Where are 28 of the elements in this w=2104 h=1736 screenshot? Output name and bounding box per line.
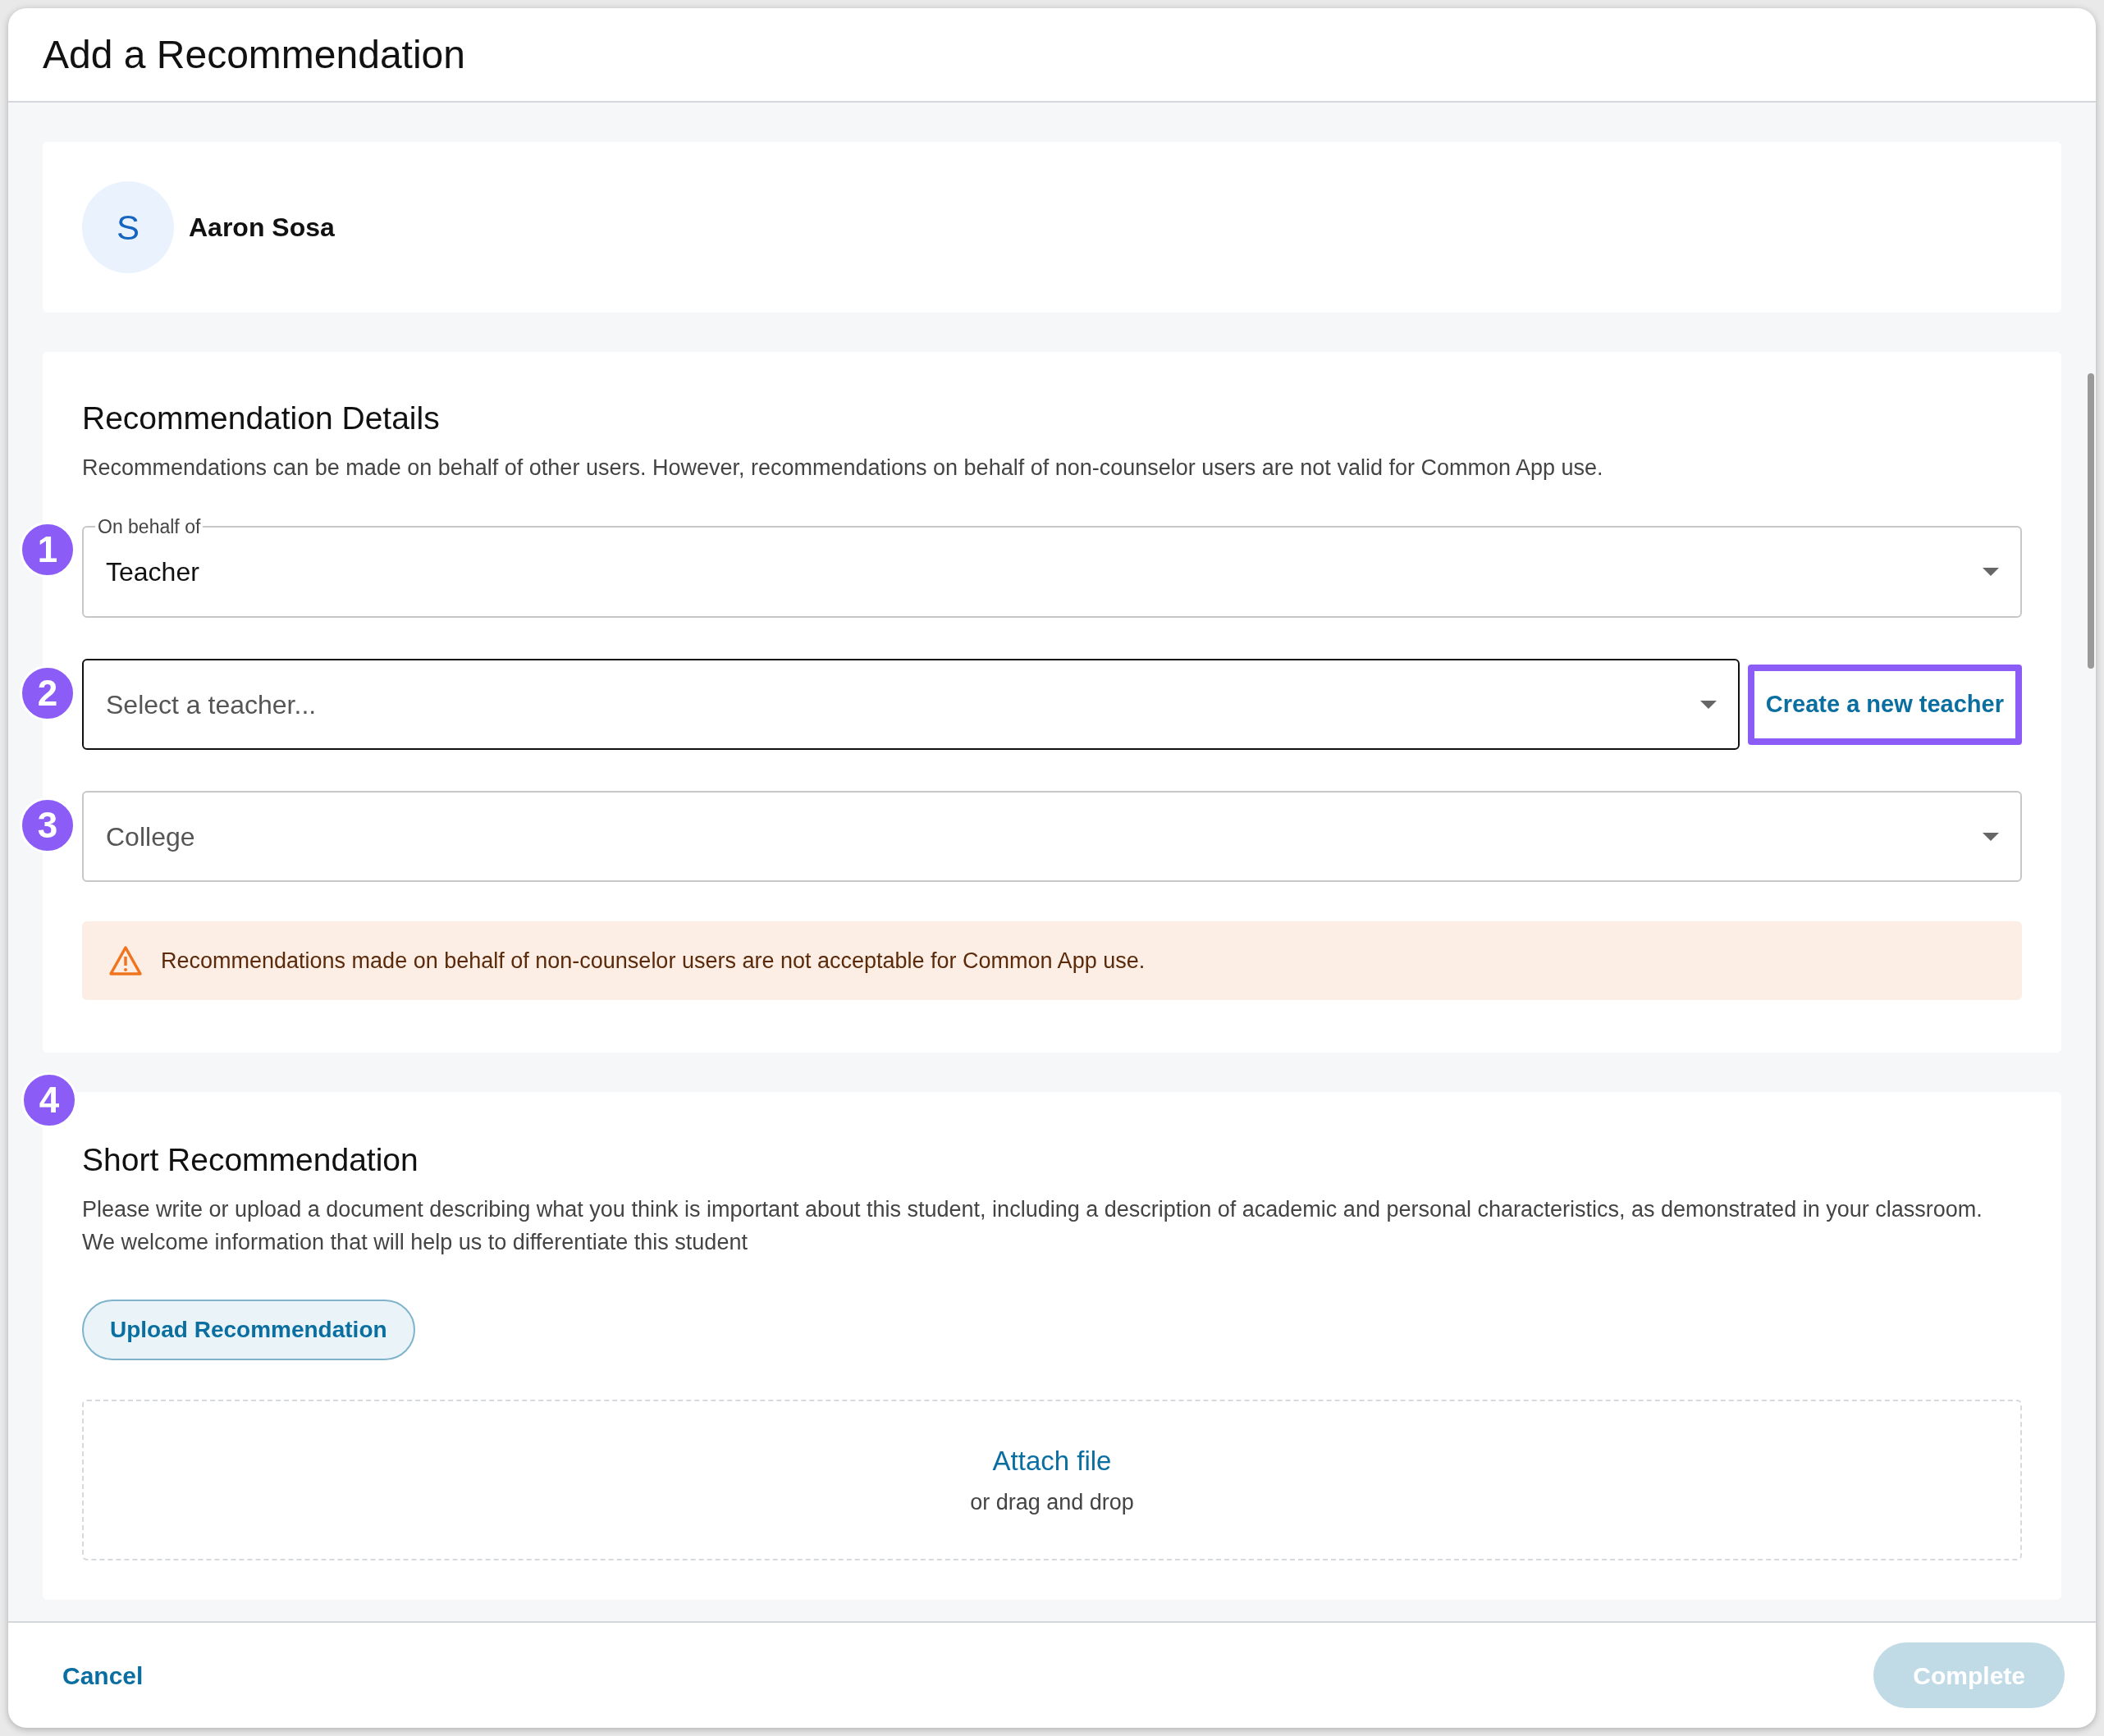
avatar: S	[82, 181, 174, 273]
step-number-badge: 2	[20, 665, 75, 721]
field-placeholder: College	[106, 820, 195, 853]
field-value: Teacher	[106, 555, 199, 588]
caret-icon	[1983, 832, 1999, 841]
file-dropzone[interactable]: Attach file or drag and drop	[82, 1399, 2022, 1560]
attach-file-link[interactable]: Attach file	[992, 1440, 1112, 1481]
caret-icon	[1699, 700, 1717, 709]
section-description: Please write or upload a document describing what you think is important about this student, including a description of academic and personal characteristics, as demonstrated in your classroom. We welcome information that will help us to differentiate this student	[82, 1195, 1983, 1256]
step-number-badge: 4	[21, 1072, 77, 1128]
warning-icon	[108, 945, 143, 976]
section-heading: Short Recommendation	[82, 1141, 419, 1179]
dialog-title: Add a Recommendation	[43, 31, 465, 78]
section-description: Recommendations can be made on behalf of other users. However, recommendations on behalf of non-counselor users are not valid for Common App use.	[82, 454, 1604, 482]
create-teacher-button[interactable]: Create a new teacher	[1747, 664, 2022, 745]
dropzone-hint: or drag and drop	[970, 1489, 1134, 1516]
select-field[interactable]: Select a teacher...	[82, 659, 1740, 750]
upload-recommendation-button[interactable]: Upload Recommendation	[82, 1299, 415, 1360]
cancel-button[interactable]: Cancel	[62, 1656, 144, 1694]
caret-icon	[1983, 567, 1999, 576]
field-label: On behalf of	[97, 515, 202, 538]
section-heading: Recommendation Details	[82, 400, 441, 437]
step-number-badge: 3	[20, 797, 75, 853]
warning-text: Recommendations made on behalf of non-counselor users are not acceptable for Common App use.	[161, 947, 1146, 975]
field-placeholder: Select a teacher...	[106, 688, 317, 721]
step-number-badge: 1	[20, 522, 75, 578]
student-name: Aaron Sosa	[189, 212, 335, 244]
select-field[interactable]: College	[82, 791, 2022, 882]
